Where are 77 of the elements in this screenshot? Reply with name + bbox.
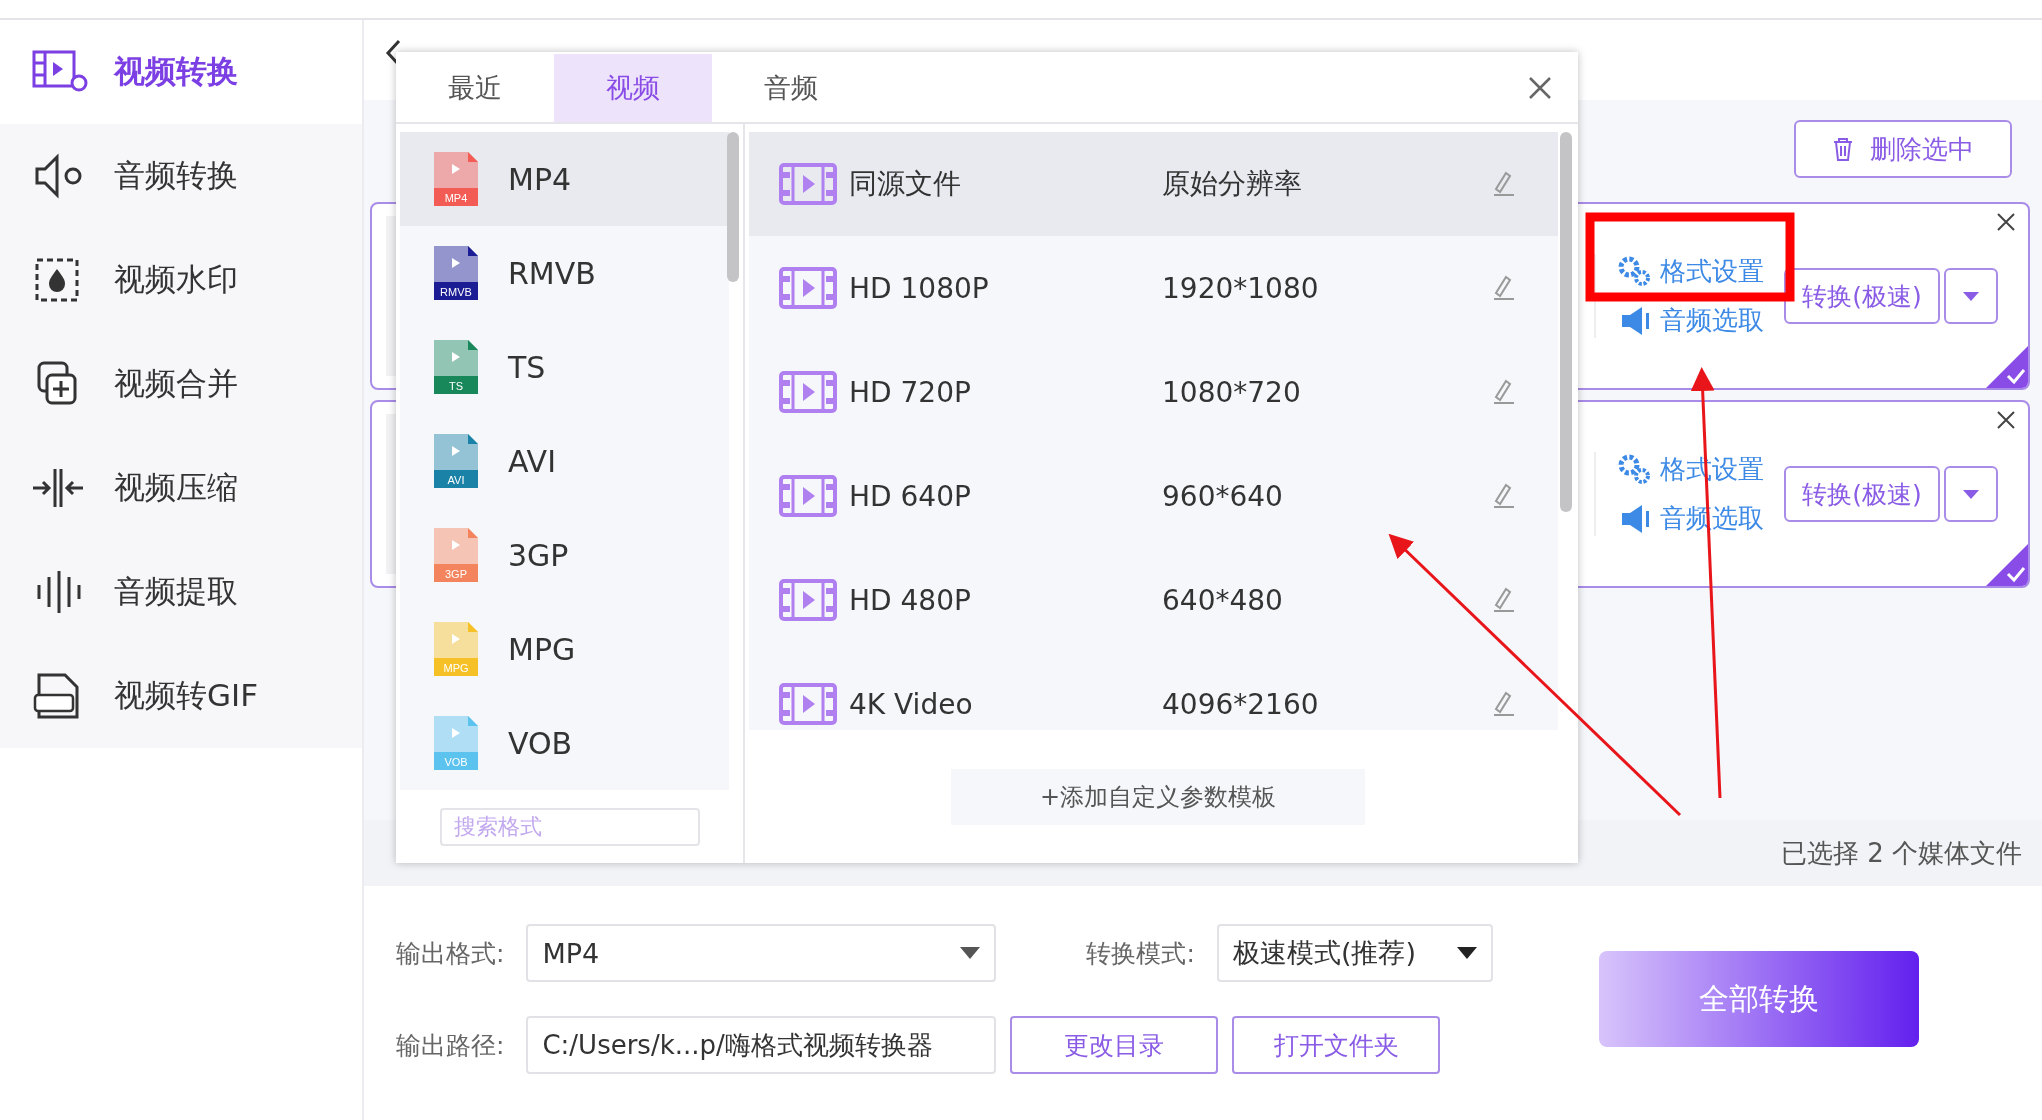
format-item[interactable]: MPG MPG: [400, 602, 729, 696]
sidebar-item[interactable]: 音频转换: [0, 124, 362, 228]
preset-name: HD 1080P: [849, 271, 990, 305]
file-format-icon: AVI: [432, 432, 480, 490]
scrollbar[interactable]: [1560, 132, 1572, 512]
preset-name: HD 720P: [849, 375, 972, 409]
file-format-icon: VOB: [432, 714, 480, 772]
caret-icon: [1963, 291, 1979, 301]
edit-icon[interactable]: [1492, 587, 1516, 613]
file-format-icon: RMVB: [432, 244, 480, 302]
delete-selected-button[interactable]: 删除选中: [1794, 120, 2012, 178]
dialog-tab[interactable]: 视频: [554, 54, 712, 122]
caret-icon: [1456, 947, 1477, 959]
film-icon: [779, 371, 837, 413]
film-icon: [779, 267, 837, 309]
trash-icon: [1832, 136, 1854, 162]
output-format-label: 输出格式:: [396, 937, 506, 970]
output-path-field[interactable]: C:/Users/k...p/嗨格式视频转换器: [526, 1016, 997, 1074]
edit-icon[interactable]: [1492, 691, 1516, 717]
convert-mode-label: 转换模式:: [1085, 937, 1196, 970]
caret-icon: [960, 947, 981, 959]
audio-select-link[interactable]: 音频选取: [1618, 303, 1764, 338]
format-item[interactable]: VOB VOB: [400, 696, 729, 790]
open-folder-button[interactable]: 打开文件夹: [1232, 1016, 1441, 1074]
convert-mode-select[interactable]: 极速模式(推荐): [1216, 924, 1493, 982]
file-format-icon: 3GP: [432, 526, 480, 584]
edit-icon[interactable]: [1492, 275, 1516, 301]
sidebar-item[interactable]: 视频合并: [0, 332, 362, 436]
caret-icon: [1963, 489, 1979, 499]
preset-name: HD 480P: [849, 583, 972, 617]
format-item[interactable]: TS TS: [400, 320, 729, 414]
preset-name: 同源文件: [849, 166, 962, 202]
gear-icon: [1618, 255, 1652, 288]
preset-resolution: 1080*720: [1162, 375, 1302, 409]
format-item[interactable]: 3GP 3GP: [400, 508, 729, 602]
format-item[interactable]: AVI AVI: [400, 414, 729, 508]
file-format-icon: TS: [432, 338, 480, 396]
convert-button[interactable]: 转换(极速): [1784, 268, 1940, 324]
edit-icon[interactable]: [1492, 483, 1516, 509]
film-icon: [779, 579, 837, 621]
close-icon[interactable]: [1528, 76, 1552, 100]
preset-resolution: 4096*2160: [1162, 687, 1320, 721]
change-directory-button[interactable]: 更改目录: [1010, 1016, 1219, 1074]
format-item[interactable]: MP4 MP4: [400, 132, 729, 226]
preset-name: 4K Video: [849, 687, 974, 721]
sidebar-item[interactable]: 视频转GIF: [0, 644, 362, 748]
preset-resolution: 960*640: [1162, 479, 1284, 513]
file-format-icon: MPG: [432, 620, 480, 678]
selection-summary: 已选择 2 个媒体文件: [1780, 836, 2022, 870]
film-icon: [779, 163, 837, 205]
edit-icon[interactable]: [1492, 171, 1516, 197]
close-icon[interactable]: [1996, 212, 2016, 232]
film-icon: [779, 475, 837, 517]
file-format-icon: MP4: [432, 150, 480, 208]
format-settings-link[interactable]: 格式设置: [1618, 254, 1764, 289]
sidebar-item[interactable]: 视频水印: [0, 228, 362, 332]
search-field[interactable]: 搜索格式: [440, 807, 700, 846]
close-icon[interactable]: [1996, 410, 2016, 430]
gear-icon: [1618, 453, 1652, 486]
dropdown-button[interactable]: [1944, 268, 1998, 324]
convert-all-button[interactable]: 全部转换: [1598, 951, 1919, 1047]
scrollbar[interactable]: [727, 132, 739, 282]
sidebar-item[interactable]: 音频提取: [0, 540, 362, 644]
convert-button[interactable]: 转换(极速): [1784, 466, 1940, 522]
preset-resolution: 640*480: [1162, 583, 1284, 617]
film-icon: [779, 683, 837, 725]
dropdown-button[interactable]: [1944, 466, 1998, 522]
preset-row[interactable]: 同源文件 原始分辨率: [749, 132, 1558, 236]
output-path-label: 输出路径:: [396, 1029, 506, 1062]
format-item[interactable]: RMVB RMVB: [400, 226, 729, 320]
preset-resolution: 1920*1080: [1162, 271, 1320, 305]
edit-icon[interactable]: [1492, 379, 1516, 405]
output-format-select[interactable]: MP4: [526, 924, 997, 982]
add-template-button[interactable]: +添加自定义参数模板: [951, 768, 1365, 825]
preset-name: HD 640P: [849, 479, 972, 513]
preset-resolution: 原始分辨率: [1162, 166, 1303, 202]
sidebar-item[interactable]: 视频压缩: [0, 436, 362, 540]
